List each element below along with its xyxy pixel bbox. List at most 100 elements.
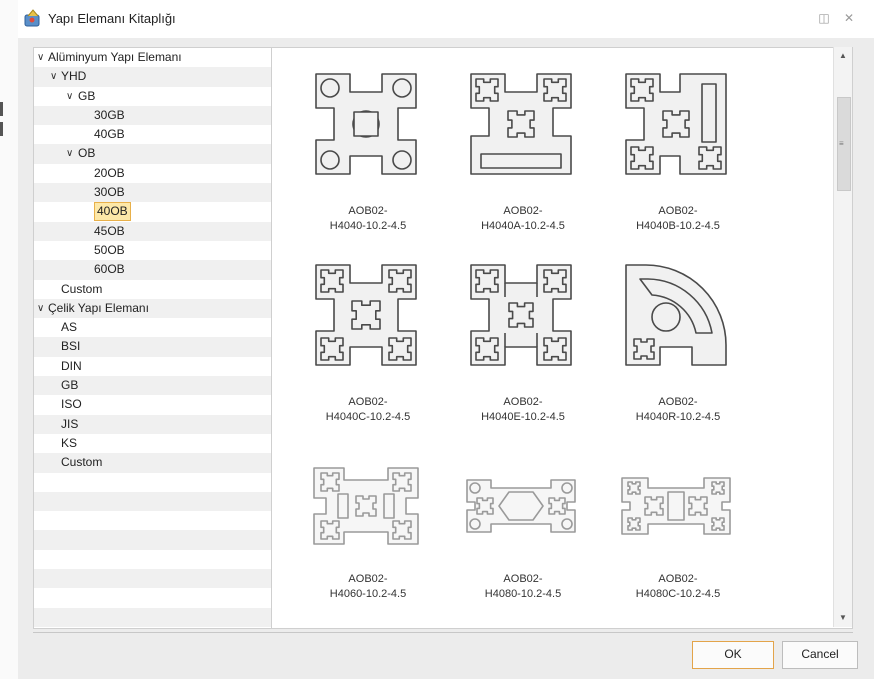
profile-label-line1: AOB02- — [503, 205, 543, 217]
profile-label-line2: H4040-10.2-4.5 — [329, 220, 407, 232]
tree-item[interactable]: 60OB — [34, 260, 282, 280]
tree-item-label: DIN — [61, 358, 82, 373]
profile-label: AOB02- H4040-10.2-4.5 — [288, 204, 448, 234]
profile-label: AOB02- H4040E-10.2-4.5 — [443, 395, 603, 425]
scroll-up-arrow-icon[interactable]: ▲ — [834, 51, 852, 60]
r-profile-quarter-round-icon — [625, 264, 727, 366]
tree-item[interactable]: DIN — [34, 357, 282, 376]
profile-label-line1: AOB02- — [658, 396, 698, 408]
profile-label-line1: AOB02- — [503, 573, 543, 585]
ok-button[interactable]: OK — [692, 641, 774, 669]
tree-item[interactable]: JIS — [34, 414, 282, 434]
tree-item[interactable]: ISO — [34, 395, 282, 414]
profile-label-line2: H4080C-10.2-4.5 — [635, 588, 721, 600]
c-profile-four-slots-icon — [315, 264, 417, 366]
b-profile-closed-side-icon — [625, 73, 727, 175]
expand-chevron-icon[interactable]: ∨ — [66, 87, 73, 106]
profile-label: AOB02- H4040C-10.2-4.5 — [288, 395, 448, 425]
profile-label-line2: H4060-10.2-4.5 — [329, 588, 407, 600]
tree-item[interactable]: 40GB — [34, 125, 282, 144]
expand-chevron-icon[interactable]: ∨ — [37, 299, 44, 318]
profile-label-line1: AOB02- — [658, 205, 698, 217]
profile-label: AOB02- H4080-10.2-4.5 — [443, 572, 603, 602]
scroll-down-arrow-icon[interactable]: ▼ — [834, 613, 852, 622]
tree-item[interactable]: KS — [34, 434, 282, 453]
tree-item-label: 45OB — [94, 223, 125, 238]
tree-item[interactable]: Custom — [34, 280, 282, 299]
tree-item-label: 30GB — [94, 107, 125, 122]
tree-item-label: Custom — [61, 281, 103, 296]
profile-label-line1: AOB02- — [348, 573, 388, 585]
tree-item-label: YHD — [61, 69, 87, 84]
profile-label-line2: H4080-10.2-4.5 — [484, 588, 562, 600]
tree-item-label: Çelik Yapı Elemanı — [48, 300, 149, 315]
tree-item[interactable]: ∨ YHD — [34, 67, 282, 87]
tree-item-label: KS — [61, 435, 78, 450]
tree-item-label: 60OB — [94, 262, 125, 277]
structure-library-dialog: Yapı Elemanı Kitaplığı ◫ ✕ ∨ Alüminyum Ya… — [18, 0, 874, 679]
h4060-profile-icon — [313, 467, 419, 545]
profile-label-line1: AOB02- — [348, 205, 388, 217]
expand-chevron-icon[interactable]: ∨ — [37, 48, 44, 67]
close-icon[interactable]: ✕ — [840, 10, 858, 26]
app-icon — [24, 9, 40, 27]
tree-empty-row — [34, 588, 282, 607]
gallery-scrollbar[interactable]: ▲ ≡ ▼ — [833, 47, 852, 627]
tree-item[interactable]: ∨ OB — [34, 144, 282, 164]
tree-item[interactable]: AS — [34, 318, 282, 337]
profile-label-line1: AOB02- — [348, 396, 388, 408]
scroll-grip-icon: ≡ — [839, 139, 844, 148]
tree-empty-row — [34, 473, 282, 492]
category-tree[interactable]: ∨ Alüminyum Yapı Elemanı ∨ YHD ∨ GB 30GB 40GB ∨ O… — [33, 47, 283, 629]
profile-label-line2: H4040B-10.2-4.5 — [636, 220, 720, 232]
tree-item-label: 20OB — [94, 165, 125, 180]
tree-item[interactable]: 40OB — [34, 202, 282, 222]
tree-item-label: 50OB — [94, 242, 125, 257]
profile-label-line1: AOB02- — [658, 573, 698, 585]
tree-item[interactable]: 45OB — [34, 221, 282, 241]
profile-label: AOB02- H4040A-10.2-4.5 — [443, 204, 603, 234]
tree-item-label: 40GB — [94, 127, 125, 142]
edge-mark — [0, 102, 3, 116]
tree-item[interactable]: ∨ Alüminyum Yapı Elemanı — [34, 48, 282, 67]
profile-label: AOB02- H4060-10.2-4.5 — [288, 572, 448, 602]
help-icon[interactable]: ◫ — [815, 10, 833, 26]
profile-label-line1: AOB02- — [503, 396, 543, 408]
profile-label-line2: H4040E-10.2-4.5 — [481, 411, 565, 423]
tree-item-label: GB — [61, 378, 79, 393]
tree-item-label: AS — [61, 320, 78, 335]
tree-item[interactable]: GB — [34, 376, 282, 396]
profile-label: AOB02- H4040B-10.2-4.5 — [598, 204, 758, 234]
expand-chevron-icon[interactable]: ∨ — [66, 144, 73, 163]
tree-empty-row — [34, 550, 282, 569]
tree-item-label: Custom — [61, 455, 103, 470]
background-window-edge — [0, 0, 19, 679]
tree-item[interactable]: Custom — [34, 453, 282, 473]
tree-item-label: BSI — [61, 339, 81, 354]
profile-label-line2: H4040C-10.2-4.5 — [325, 411, 411, 423]
tree-item-label: ISO — [61, 397, 82, 412]
tree-empty-row — [34, 569, 282, 589]
profile-label: AOB02- H4040R-10.2-4.5 — [598, 395, 758, 425]
a-profile-closed-bottom-icon — [470, 73, 572, 175]
tree-empty-row — [34, 607, 282, 627]
tree-item-label: OB — [78, 146, 96, 161]
tree-item-label: 40OB — [94, 202, 131, 222]
tree-item[interactable]: ∨ GB — [34, 87, 282, 106]
tree-empty-row — [34, 530, 282, 550]
title-bar[interactable]: Yapı Elemanı Kitaplığı ◫ ✕ — [18, 0, 874, 38]
tree-item[interactable]: 20OB — [34, 164, 282, 183]
expand-chevron-icon[interactable]: ∨ — [50, 67, 57, 86]
tree-item[interactable]: 30GB — [34, 105, 282, 126]
profile-label-line2: H4040R-10.2-4.5 — [635, 411, 721, 423]
edge-mark — [0, 122, 3, 136]
tree-item[interactable]: 50OB — [34, 241, 282, 260]
tree-item[interactable]: BSI — [34, 337, 282, 357]
profile-gallery[interactable]: AOB02- H4040-10.2-4.5 AOB02- H4040A-10.2-4.… — [271, 47, 853, 629]
tree-item[interactable]: ∨ Çelik Yapı Elemanı — [34, 298, 282, 319]
e-profile-four-slots-icon — [470, 264, 572, 366]
tree-item[interactable]: 30OB — [34, 183, 282, 203]
cancel-button[interactable]: Cancel — [782, 641, 858, 669]
footer-divider — [33, 632, 853, 633]
h4080-profile-icon — [466, 479, 576, 533]
